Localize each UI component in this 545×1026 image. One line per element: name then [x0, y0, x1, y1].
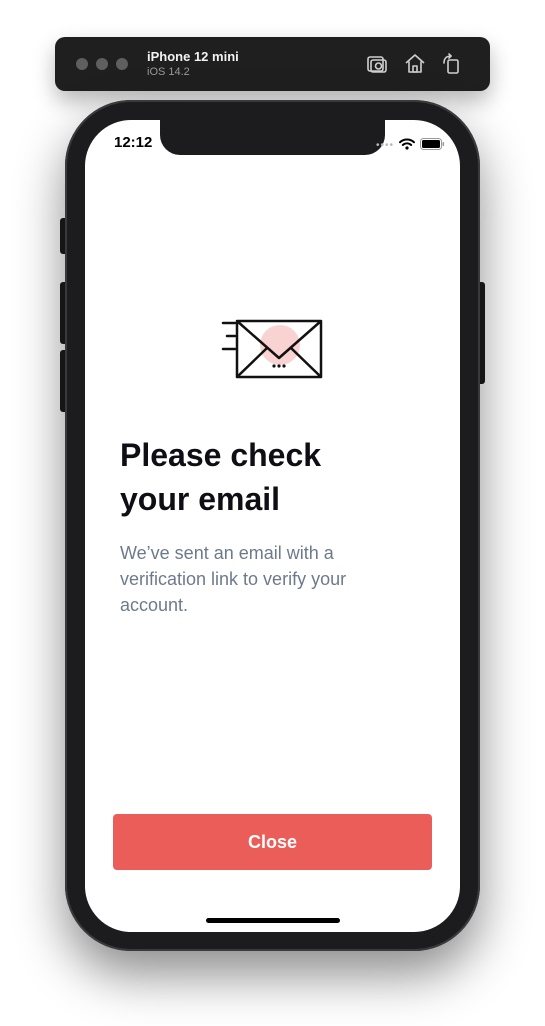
- status-time: 12:12: [114, 134, 153, 151]
- device-os-version: iOS 14.2: [147, 66, 190, 78]
- rotate-icon[interactable]: [440, 52, 464, 76]
- window-minimize-dot[interactable]: [96, 58, 108, 70]
- simulator-toolbar: iPhone 12 mini iOS 14.2: [55, 37, 490, 91]
- wifi-icon: [399, 137, 415, 155]
- close-button[interactable]: Close: [113, 814, 432, 870]
- home-icon[interactable]: [403, 52, 427, 76]
- device-name: iPhone 12 mini: [147, 49, 239, 64]
- notch: [160, 120, 385, 155]
- window-zoom-dot[interactable]: [116, 58, 128, 70]
- signal-icon: ••••: [375, 140, 394, 151]
- window-close-dot[interactable]: [76, 58, 88, 70]
- battery-icon: [420, 137, 445, 155]
- screenshot-icon[interactable]: [365, 52, 389, 76]
- mail-sent-icon: [220, 318, 325, 382]
- title-line-1: Please check: [120, 437, 322, 473]
- status-icons: ••••: [376, 137, 445, 155]
- app-screen: 12:12 •••• Please check your email We’ve…: [85, 120, 460, 932]
- home-indicator[interactable]: [206, 918, 340, 923]
- page-title: Please check your email: [120, 433, 420, 521]
- verification-message: We’ve sent an email with a verification …: [120, 543, 347, 615]
- title-line-2: your email: [120, 481, 281, 517]
